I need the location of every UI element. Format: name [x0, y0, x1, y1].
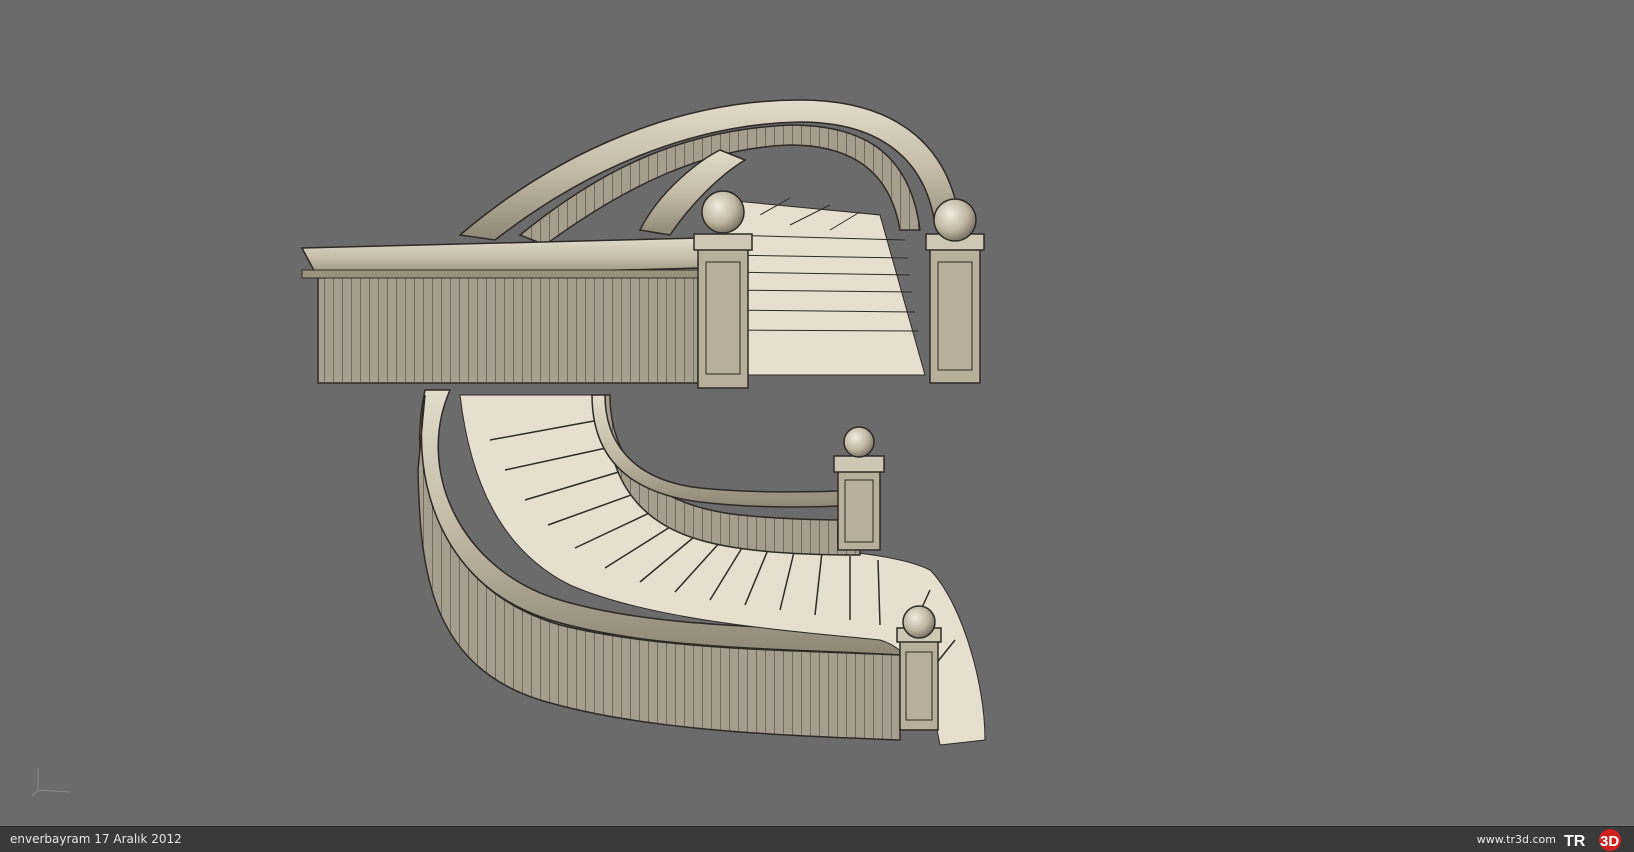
newel-post-upper-right	[925, 198, 985, 384]
tr3d-logo-icon: TR 3D	[1564, 829, 1621, 851]
3d-viewport[interactable]	[0, 0, 1634, 826]
landing-wall-panel	[317, 267, 699, 384]
upper-treads	[724, 199, 926, 376]
staircase-model	[300, 99, 986, 746]
footer-bar: enverbayram 17 Aralık 2012 www.tr3d.com …	[0, 826, 1634, 852]
site-link[interactable]: www.tr3d.com	[1477, 833, 1556, 846]
footer-caption: enverbayram 17 Aralık 2012	[10, 832, 182, 846]
logo-3d-text: 3D	[1600, 833, 1619, 850]
logo-tr-text: TR	[1564, 833, 1586, 850]
newel-post-middle	[833, 426, 885, 551]
axis-gizmo-icon	[31, 768, 71, 797]
newel-post-bottom	[896, 605, 942, 731]
